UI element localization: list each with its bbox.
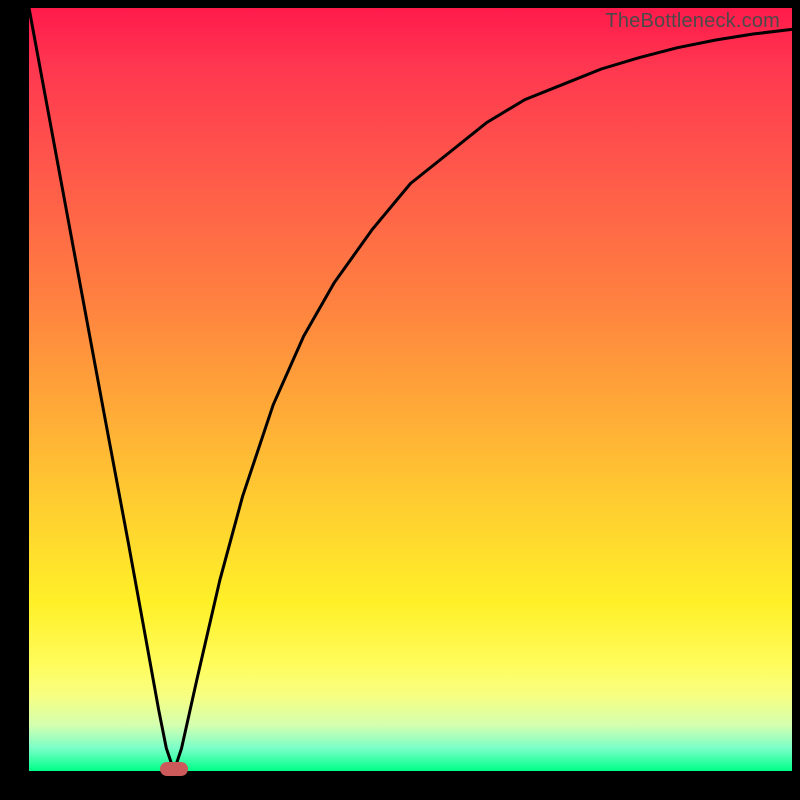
curve-path <box>29 8 792 771</box>
optimal-marker <box>160 762 188 776</box>
plot-area: TheBottleneck.com <box>29 8 792 771</box>
chart-container: TheBottleneck.com <box>0 0 800 800</box>
watermark-text: TheBottleneck.com <box>605 10 780 33</box>
bottleneck-curve <box>29 8 792 771</box>
